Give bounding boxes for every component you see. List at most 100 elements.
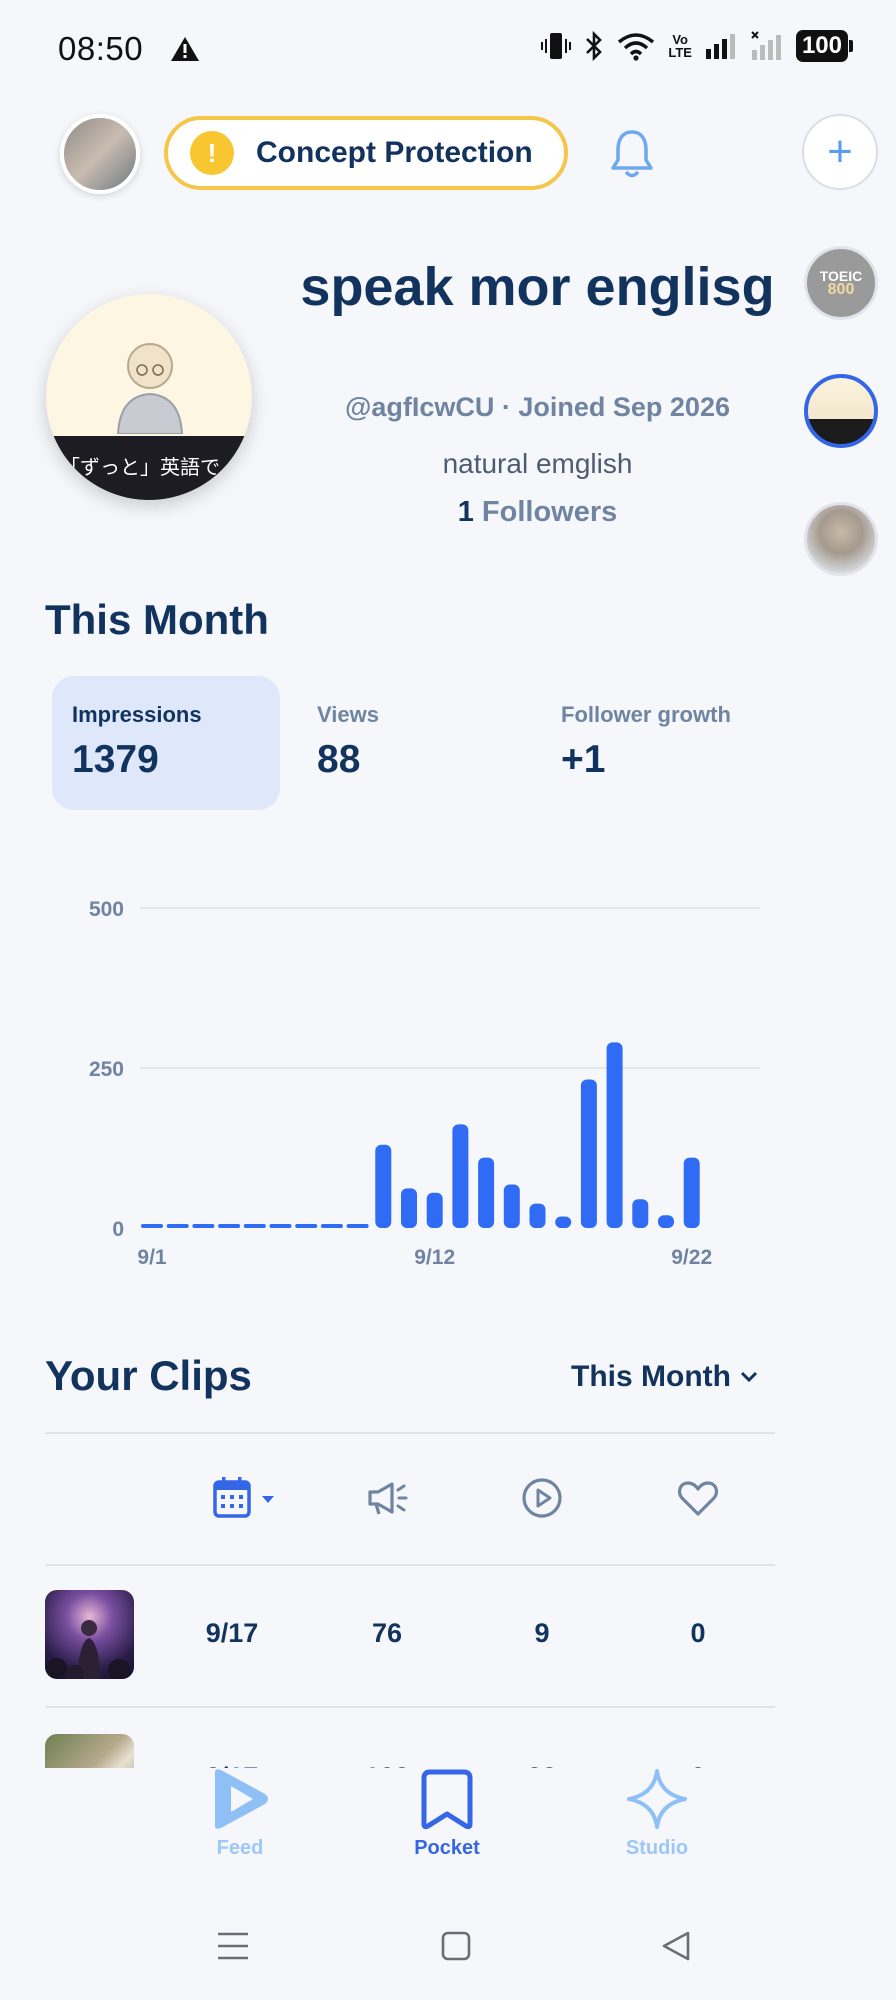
- meta-separator: ·: [501, 392, 519, 422]
- person-illustration: [116, 343, 184, 434]
- clips-filter-dropdown[interactable]: This Month: [571, 1360, 759, 1394]
- chart-y-tick-label: 0: [112, 1218, 124, 1241]
- chart-bar: [555, 1216, 572, 1228]
- clips-filter-label: This Month: [571, 1360, 731, 1393]
- followers-count: 1: [457, 496, 474, 528]
- nav-studio-label: Studio: [625, 1837, 689, 1859]
- chart-bar: [632, 1199, 649, 1228]
- chart-bar: [452, 1124, 469, 1228]
- volte-bottom: LTE: [668, 45, 692, 60]
- clip-thumbnail: [45, 1590, 134, 1679]
- nav-pocket[interactable]: Pocket: [367, 1768, 527, 1860]
- nav-feed[interactable]: Feed: [160, 1768, 320, 1860]
- side-avatar-man[interactable]: [804, 502, 878, 576]
- nav-feed-label: Feed: [216, 1837, 264, 1859]
- profile-meta: @agfIcwCU · Joined Sep 2026: [300, 392, 775, 423]
- concept-protection-label: Concept Protection: [256, 136, 533, 169]
- side-avatar-active[interactable]: [804, 374, 878, 448]
- nav-studio[interactable]: Studio: [577, 1768, 737, 1860]
- chart-bar: [683, 1157, 700, 1228]
- side-avatar-toeic[interactable]: TOEIC 800: [804, 246, 878, 320]
- divider: [45, 1564, 775, 1566]
- divider: [45, 1432, 775, 1434]
- chart-y-tick-label: 500: [89, 898, 124, 921]
- nav-pocket-label: Pocket: [414, 1837, 480, 1859]
- sort-by-likes-button[interactable]: [676, 1476, 720, 1525]
- clip-date: 9/17: [205, 1618, 259, 1648]
- megaphone-icon: [368, 1482, 408, 1515]
- profile-bio: natural emglish: [442, 448, 633, 479]
- chart-bar: [375, 1144, 392, 1228]
- chart-y-tick-label: 250: [89, 1058, 124, 1081]
- feed-play-icon: [215, 1769, 268, 1829]
- stat-value: +1: [561, 738, 606, 781]
- status-icons: Vo LTE 100: [540, 30, 854, 62]
- profile-handle: @agfIcwCU: [345, 392, 495, 422]
- sort-by-date-button[interactable]: [212, 1476, 284, 1525]
- chart-bar: [426, 1192, 443, 1228]
- chart-bar: [580, 1079, 597, 1228]
- clip-row[interactable]: 9/17 76 9 0: [45, 1590, 775, 1686]
- signal-icon: [705, 34, 735, 59]
- play-circle-icon: [522, 1478, 562, 1518]
- status-bar: 08:50 Vo LTE 100: [0, 0, 896, 100]
- stat-value: 88: [317, 738, 361, 781]
- user-avatar[interactable]: [60, 114, 140, 194]
- back-icon[interactable]: [660, 1930, 692, 1962]
- chart-bar: [401, 1188, 417, 1228]
- stat-label: Impressions: [72, 702, 202, 727]
- plus-icon: +: [827, 127, 853, 176]
- profile-name: speak mor englisg: [300, 257, 775, 317]
- profile-image-caption: 「ずっと」英語で: [60, 455, 220, 479]
- chart-bar: [503, 1184, 520, 1228]
- calendar-icon: [213, 1477, 274, 1518]
- followers-label: Followers: [481, 496, 618, 528]
- chart-x-tick-label: 9/12: [414, 1246, 455, 1269]
- battery-indicator: 100: [795, 30, 854, 62]
- status-time: 08:50: [58, 30, 144, 67]
- add-button[interactable]: +: [802, 114, 878, 190]
- stat-card-impressions[interactable]: Impressions 1379: [52, 676, 280, 810]
- bluetooth-icon: [586, 30, 603, 62]
- stat-card-views[interactable]: Views 88: [297, 676, 497, 810]
- chart-bar: [478, 1157, 495, 1228]
- chart-bar: [606, 1042, 623, 1228]
- your-clips-title: Your Clips: [45, 1352, 252, 1399]
- followers-link[interactable]: 1 Followers: [300, 496, 775, 529]
- chart-x-tick-label: 9/22: [671, 1246, 712, 1269]
- chart-bar: [658, 1215, 674, 1228]
- sparkle-icon: [627, 1769, 687, 1829]
- bottom-nav: Feed Pocket Studio: [0, 1768, 896, 1888]
- profile-image: 「ずっと」英語で: [46, 294, 252, 500]
- sort-by-views-button[interactable]: [520, 1476, 564, 1525]
- clip-likes: 0: [690, 1618, 706, 1648]
- this-month-title: This Month: [45, 596, 269, 643]
- warning-icon: [171, 37, 199, 61]
- chart-x-tick-label: 9/1: [137, 1246, 167, 1269]
- clip-impressions: 76: [371, 1618, 403, 1648]
- stat-label: Views: [317, 702, 379, 727]
- clip-views: 9: [534, 1618, 550, 1648]
- system-nav-bar: [0, 1900, 896, 2000]
- toeic-score: 800: [827, 281, 855, 298]
- sort-by-impressions-button[interactable]: [366, 1476, 410, 1525]
- wifi-icon: [618, 33, 655, 61]
- bell-icon[interactable]: [608, 126, 656, 180]
- alert-icon: !: [190, 131, 234, 175]
- stat-value: 1379: [72, 738, 159, 781]
- chevron-down-icon: [740, 1371, 758, 1383]
- divider: [45, 1706, 775, 1708]
- volte-indicator: Vo LTE: [668, 33, 692, 59]
- profile-joined: Joined Sep 2026: [518, 392, 730, 422]
- menu-icon[interactable]: [216, 1930, 250, 1962]
- concert-illustration: [47, 1620, 130, 1679]
- heart-icon: [677, 1481, 719, 1516]
- home-icon[interactable]: [440, 1930, 472, 1962]
- impressions-chart: 0 250 500 9/1 9/12 9/22: [89, 898, 760, 1269]
- stat-label: Follower growth: [561, 702, 731, 727]
- signal-empty-icon: [751, 31, 781, 60]
- chart-bar: [529, 1203, 546, 1228]
- pocket-icon: [421, 1769, 473, 1830]
- concept-protection-button[interactable]: ! Concept Protection: [164, 116, 568, 190]
- stat-card-follower-growth[interactable]: Follower growth +1: [541, 676, 781, 810]
